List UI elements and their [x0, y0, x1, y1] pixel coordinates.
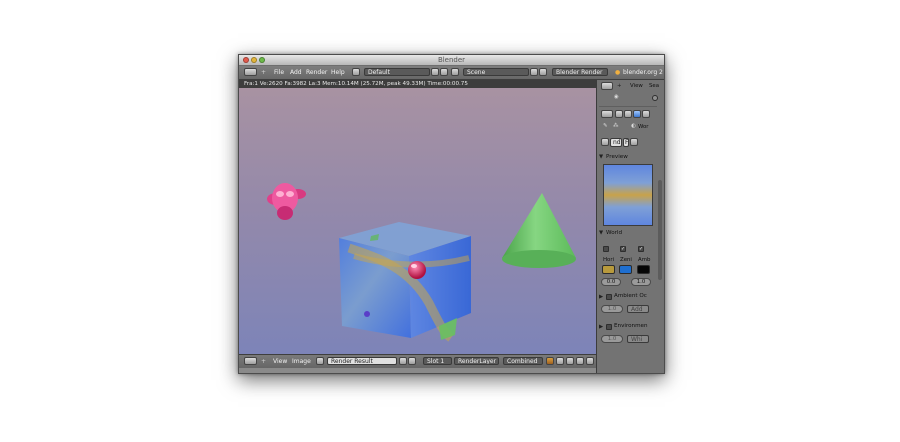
horizon-color-label: Hori [603, 257, 615, 263]
render-pass-dropdown[interactable]: Combined [503, 357, 543, 365]
z-buffer-icon[interactable] [566, 357, 574, 365]
world-context-icon[interactable] [633, 110, 641, 118]
zenith-color-swatch[interactable] [619, 265, 632, 274]
render-image [267, 183, 576, 342]
blender-window: Blender + File Add Render Help Default S… [238, 54, 665, 374]
sphere [408, 261, 426, 279]
environment-enable-checkbox[interactable] [606, 324, 612, 330]
image-unlink-icon[interactable] [408, 357, 416, 365]
exposure-field[interactable]: 0.0 [601, 278, 621, 286]
render-layer-dropdown[interactable]: RenderLayer [454, 357, 499, 365]
scene-breadcrumb-icon: ⁂ [613, 123, 619, 129]
menu-file[interactable]: File [274, 69, 284, 76]
world-panel-title[interactable]: World [606, 230, 622, 236]
camera-icon[interactable] [576, 357, 584, 365]
editor-type-icon[interactable] [244, 68, 257, 76]
environment-lighting-panel-title[interactable]: Environmen [614, 323, 648, 329]
outliner-search-menu[interactable]: Sea [649, 83, 659, 89]
outliner-scene-icon: ◉ [614, 94, 619, 100]
ambient-color-swatch[interactable] [637, 265, 650, 274]
scene-dropdown[interactable]: Scene [463, 68, 529, 76]
menu-help[interactable]: Help [331, 69, 345, 76]
ao-collapse-icon[interactable]: ▶ [599, 294, 603, 300]
properties-scrollbar[interactable] [658, 180, 662, 280]
menu-image[interactable]: Image [292, 358, 311, 365]
env-energy-field[interactable]: 1.0 [601, 335, 623, 343]
world-pin-icon[interactable]: ✎ [603, 123, 608, 129]
info-header: + File Add Render Help Default Scene Ble… [239, 66, 664, 80]
world-panel-collapse-icon[interactable]: ▼ [599, 230, 603, 236]
world-context-label: Wor [638, 124, 649, 130]
render-slot-icon[interactable] [586, 357, 594, 365]
range-field[interactable]: 1.0 [631, 278, 651, 286]
header-collapse-icon[interactable]: + [261, 69, 266, 76]
blender-logo-icon: ● [615, 69, 621, 76]
menu-render[interactable]: Render [306, 69, 327, 76]
image-header-collapse-icon[interactable]: + [261, 358, 266, 365]
screen-delete-icon[interactable] [440, 68, 448, 76]
preview-panel-title[interactable]: Preview [606, 154, 628, 160]
properties-type-icon[interactable] [601, 110, 613, 118]
screen-layout-icon[interactable] [352, 68, 360, 76]
outliner-collapse-icon[interactable]: + [617, 83, 622, 89]
preview-collapse-icon[interactable]: ▼ [599, 154, 603, 160]
horizon-color-swatch[interactable] [602, 265, 615, 274]
render-stats-bar: Fra:1 Ve:2620 Fa:3982 La:3 Mem:10.14M (2… [239, 80, 596, 88]
world-breadcrumb-icon: ◐ [631, 123, 636, 129]
ao-enable-checkbox[interactable] [606, 294, 612, 300]
paper-sky-checkbox[interactable] [603, 246, 609, 252]
render-context-icon[interactable] [615, 110, 623, 118]
ambient-occlusion-panel-title[interactable]: Ambient Oc [614, 293, 647, 299]
scene-add-icon[interactable] [530, 68, 538, 76]
outliner-type-icon[interactable] [601, 82, 613, 90]
outliner-view-menu[interactable]: View [630, 83, 643, 89]
image-pin-icon[interactable] [399, 357, 407, 365]
world-browse-icon[interactable] [601, 138, 609, 146]
real-sky-checkbox[interactable]: ✓ [638, 246, 644, 252]
outliner-divider [599, 106, 657, 107]
cone [502, 193, 576, 268]
scene-context-icon[interactable] [624, 110, 632, 118]
object-context-icon[interactable] [642, 110, 650, 118]
scene-icon[interactable] [451, 68, 459, 76]
screen-layout-dropdown[interactable]: Default [364, 68, 430, 76]
title-bar: Blender [239, 55, 664, 66]
image-name-field[interactable]: Render Result [327, 357, 397, 365]
scene-delete-icon[interactable] [539, 68, 547, 76]
ambient-color-label: Amb [638, 257, 651, 263]
outliner-restrict-icon[interactable] [652, 95, 658, 101]
world-preview-swatch [603, 164, 653, 226]
menu-view[interactable]: View [273, 358, 287, 365]
properties-editor: + View Sea ◉ ✎ ⁂ ◐ Wor nd F ▼ Preview ▼ … [596, 80, 664, 373]
ao-mode-dropdown[interactable]: Add [627, 305, 649, 313]
blend-sky-checkbox[interactable]: ✓ [620, 246, 626, 252]
render-viewport[interactable] [239, 88, 596, 354]
env-color-dropdown[interactable]: Whi [627, 335, 649, 343]
image-editor-type-icon[interactable] [244, 357, 257, 365]
world-name-field[interactable]: nd [610, 138, 622, 147]
screen-add-icon[interactable] [431, 68, 439, 76]
world-fake-user[interactable]: F [623, 138, 629, 147]
world-unlink-icon[interactable] [630, 138, 638, 146]
image-editor-header: + View Image Render Result Slot 1 Render… [239, 354, 596, 368]
env-collapse-icon[interactable]: ▶ [599, 324, 603, 330]
menu-add[interactable]: Add [290, 69, 302, 76]
ao-factor-field[interactable]: 1.0 [601, 305, 623, 313]
render-engine-dropdown[interactable]: Blender Render [552, 68, 608, 76]
window-title: Blender [437, 56, 466, 64]
zenith-color-label: Zeni [620, 257, 632, 263]
draw-mode-icon[interactable] [546, 357, 554, 365]
version-link[interactable]: blender.org 2 [623, 69, 663, 76]
slot-dropdown[interactable]: Slot 1 [423, 357, 452, 365]
image-browse-icon[interactable] [316, 357, 324, 365]
monkey-head [267, 183, 306, 220]
cube [339, 222, 471, 342]
alpha-icon[interactable] [556, 357, 564, 365]
